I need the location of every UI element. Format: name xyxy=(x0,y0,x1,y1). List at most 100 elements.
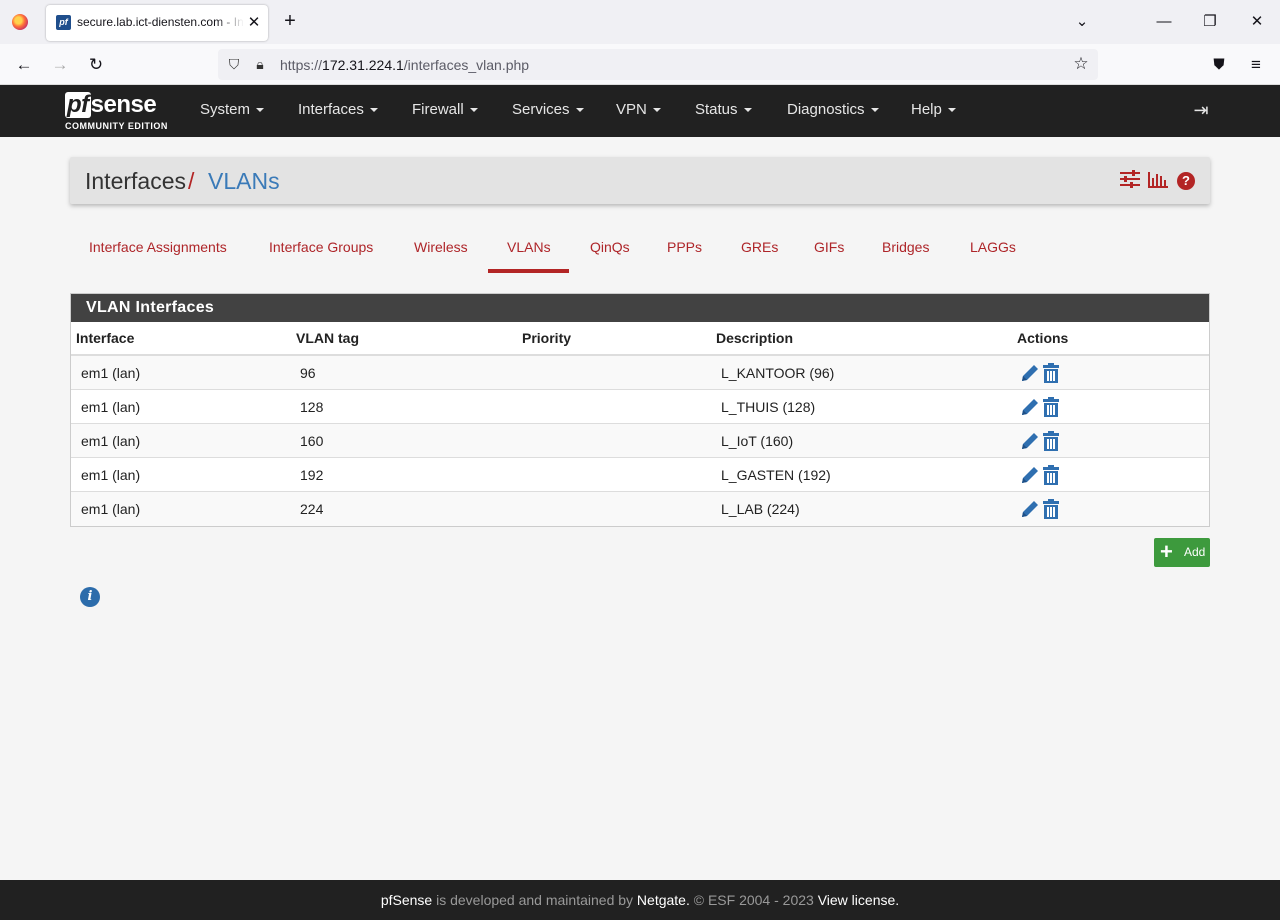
sliders-icon[interactable] xyxy=(1119,170,1141,192)
cell-description: L_THUIS (128) xyxy=(721,399,816,415)
trash-icon[interactable] xyxy=(1042,431,1060,451)
tab-wireless[interactable]: Wireless xyxy=(414,239,468,255)
trash-icon[interactable] xyxy=(1042,363,1060,383)
tab-interface-groups[interactable]: Interface Groups xyxy=(269,239,373,255)
view-license-link[interactable]: View license. xyxy=(818,892,899,908)
pencil-icon[interactable] xyxy=(1020,431,1040,451)
tab-interface-assignments[interactable]: Interface Assignments xyxy=(89,239,227,255)
window-close-icon[interactable]: ✕ xyxy=(1245,10,1269,34)
trash-icon[interactable] xyxy=(1042,465,1060,485)
column-header-interface[interactable]: Interface xyxy=(76,330,134,346)
pfsense-favicon-icon: pf xyxy=(56,15,71,30)
table-row: em1 (lan) 128 L_THUIS (128) xyxy=(71,390,1209,424)
hamburger-menu-icon[interactable]: ≡ xyxy=(1243,52,1269,78)
pocket-icon[interactable]: ⛊ xyxy=(1206,52,1232,78)
caret-down-icon xyxy=(870,108,879,113)
tab-vlans[interactable]: VLANs xyxy=(507,239,551,255)
vlan-interfaces-panel: VLAN Interfaces Interface VLAN tag Prior… xyxy=(70,293,1210,527)
tab-title-fade xyxy=(216,11,244,35)
list-all-tabs-icon[interactable]: ⌄ xyxy=(1070,10,1094,34)
menu-vpn[interactable]: VPN xyxy=(616,101,661,118)
browser-tab-bar: pf secure.lab.ict-diensten.com - Interfa… xyxy=(0,0,1280,44)
cell-vlan-tag: 128 xyxy=(300,399,324,415)
breadcrumb-interfaces[interactable]: Interfaces xyxy=(85,168,186,195)
restore-icon[interactable]: ❐ xyxy=(1198,10,1222,34)
interface-tabs: Interface Assignments Interface Groups W… xyxy=(70,225,1210,275)
pencil-icon[interactable] xyxy=(1020,465,1040,485)
tab-ppps[interactable]: PPPs xyxy=(667,239,702,255)
menu-diagnostics[interactable]: Diagnostics xyxy=(787,101,879,118)
trash-icon[interactable] xyxy=(1042,499,1060,519)
menu-system[interactable]: System xyxy=(200,101,265,118)
pfsense-logo[interactable]: pfsense COMMUNITY EDITION xyxy=(65,91,175,133)
pfsense-top-nav: pfsense COMMUNITY EDITION System Interfa… xyxy=(0,85,1280,137)
minimize-icon[interactable]: — xyxy=(1152,10,1176,34)
lock-icon[interactable]: 🔒︎ xyxy=(251,55,269,73)
help-icon[interactable]: ? xyxy=(1177,172,1195,190)
pencil-icon[interactable] xyxy=(1020,363,1040,383)
caret-down-icon xyxy=(652,108,661,113)
cell-interface: em1 (lan) xyxy=(81,365,141,381)
footer-text: pfSense is developed and maintained by N… xyxy=(380,892,900,908)
menu-help[interactable]: Help xyxy=(911,101,956,118)
cell-interface: em1 (lan) xyxy=(81,399,141,415)
table-row: em1 (lan) 160 L_IoT (160) xyxy=(71,424,1209,458)
footer: pfSense is developed and maintained by N… xyxy=(0,880,1280,920)
cell-description: L_IoT (160) xyxy=(721,433,794,449)
column-header-vlan-tag[interactable]: VLAN tag xyxy=(296,330,359,346)
menu-status[interactable]: Status xyxy=(695,101,752,118)
browser-tab[interactable]: pf secure.lab.ict-diensten.com - Interfa… xyxy=(46,5,268,41)
back-arrow-icon[interactable]: ← xyxy=(11,52,37,78)
menu-services[interactable]: Services xyxy=(512,101,584,118)
bookmark-star-icon[interactable]: ☆ xyxy=(1071,54,1091,74)
tab-bridges[interactable]: Bridges xyxy=(882,239,929,255)
cell-interface: em1 (lan) xyxy=(81,433,141,449)
reload-icon[interactable]: ↻ xyxy=(83,52,109,78)
cell-description: L_KANTOOR (96) xyxy=(721,365,835,381)
logout-icon[interactable]: ⇥ xyxy=(1190,99,1212,121)
column-header-priority[interactable]: Priority xyxy=(522,330,571,346)
caret-down-icon xyxy=(947,108,956,113)
close-tab-icon[interactable]: ✕ xyxy=(246,13,262,33)
add-button-label: Add xyxy=(1184,545,1206,559)
netgate-link[interactable]: Netgate. xyxy=(637,892,690,908)
tab-gres[interactable]: GREs xyxy=(741,239,778,255)
firefox-icon[interactable] xyxy=(12,14,28,30)
breadcrumb-vlans[interactable]: VLANs xyxy=(208,168,280,195)
cell-description: L_LAB (224) xyxy=(721,501,800,517)
panel-heading: VLAN Interfaces xyxy=(71,294,1209,322)
tab-gifs[interactable]: GIFs xyxy=(814,239,844,255)
cell-description: L_GASTEN (192) xyxy=(721,467,831,483)
tab-qinqs[interactable]: QinQs xyxy=(590,239,630,255)
cell-interface: em1 (lan) xyxy=(81,501,141,517)
forward-arrow-icon[interactable]: → xyxy=(47,52,73,78)
tab-laggs[interactable]: LAGGs xyxy=(970,239,1016,255)
caret-down-icon xyxy=(469,108,478,113)
active-tab-indicator xyxy=(488,269,569,273)
menu-interfaces[interactable]: Interfaces xyxy=(298,101,378,118)
cell-vlan-tag: 96 xyxy=(300,365,316,381)
pencil-icon[interactable] xyxy=(1020,397,1040,417)
trash-icon[interactable] xyxy=(1042,397,1060,417)
logo-edition: COMMUNITY EDITION xyxy=(65,121,168,131)
add-vlan-button[interactable]: + Add xyxy=(1154,538,1210,567)
caret-down-icon xyxy=(575,108,584,113)
caret-down-icon xyxy=(369,108,378,113)
cell-interface: em1 (lan) xyxy=(81,467,141,483)
column-header-actions: Actions xyxy=(1017,330,1069,346)
footer-brand: pfSense xyxy=(380,892,433,908)
info-icon[interactable]: i xyxy=(80,587,100,607)
table-row: em1 (lan) 192 L_GASTEN (192) xyxy=(71,458,1209,492)
shield-icon[interactable]: ⛉ xyxy=(225,55,243,73)
cell-vlan-tag: 192 xyxy=(300,467,324,483)
column-header-description[interactable]: Description xyxy=(716,330,793,346)
address-bar[interactable]: ⛉ 🔒︎ https://172.31.224.1/interfaces_vla… xyxy=(218,49,1098,80)
bar-chart-icon[interactable] xyxy=(1147,170,1169,192)
menu-firewall[interactable]: Firewall xyxy=(412,101,478,118)
pencil-icon[interactable] xyxy=(1020,499,1040,519)
new-tab-button[interactable]: + xyxy=(280,10,300,34)
cell-vlan-tag: 224 xyxy=(300,501,324,517)
breadcrumb: Interfaces / VLANs ? xyxy=(70,157,1210,204)
url-text[interactable]: https://172.31.224.1/interfaces_vlan.php xyxy=(280,57,529,73)
caret-down-icon xyxy=(256,108,265,113)
